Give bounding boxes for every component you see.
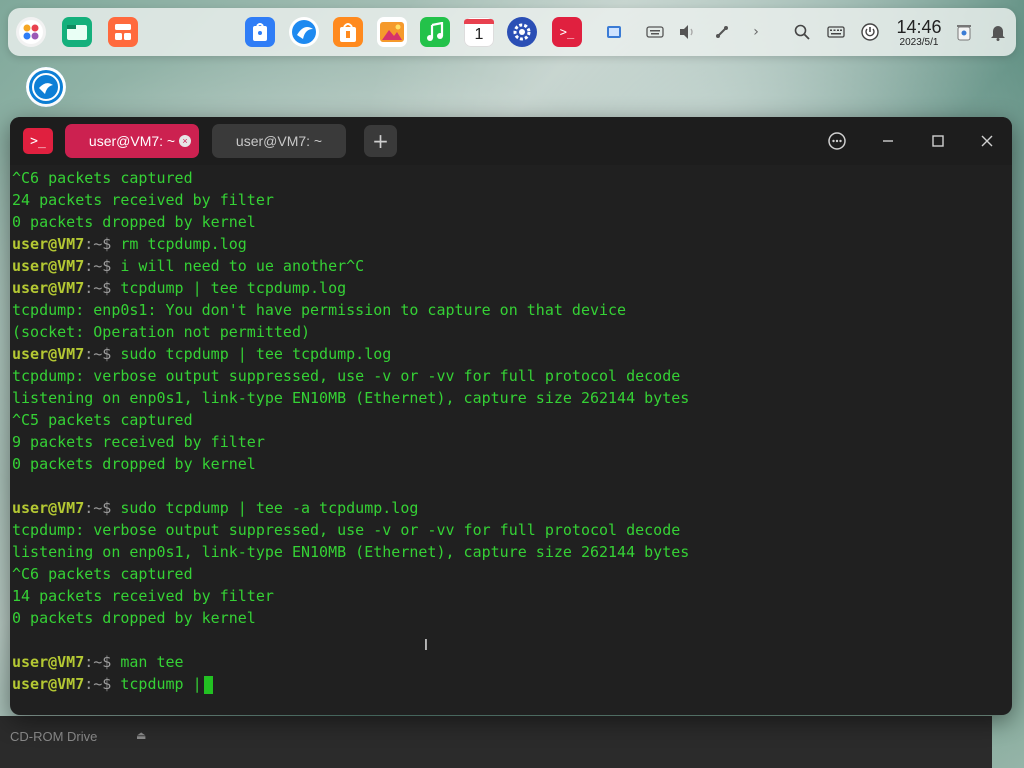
minimize-icon[interactable] — [876, 129, 900, 153]
photos-icon[interactable] — [377, 17, 407, 47]
command-text: tcpdump | — [111, 675, 202, 693]
browser-icon[interactable] — [289, 17, 319, 47]
keyboard-indicator-icon[interactable] — [645, 22, 665, 42]
terminal-output[interactable]: ^C6 packets captured 24 packets received … — [12, 167, 1002, 707]
prompt-user: user@VM7 — [12, 345, 85, 363]
tab-close-icon[interactable]: × — [179, 135, 191, 147]
terminal-output-line: listening on enp0s1, link-type EN10MB (E… — [12, 389, 690, 407]
terminal-command-line: user@VM7:~$ tcpdump | — [12, 673, 1002, 695]
terminal-command-line: user@VM7:~$ sudo tcpdump | tee -a tcpdum… — [12, 497, 1002, 519]
music-icon[interactable] — [420, 17, 450, 47]
volume-icon[interactable] — [677, 22, 697, 42]
settings-icon[interactable] — [507, 17, 537, 47]
terminal-icon[interactable]: >_ — [552, 17, 582, 47]
clock[interactable]: 14:46 2023/5/1 — [892, 17, 946, 49]
prompt-user: user@VM7 — [12, 653, 85, 671]
power-icon[interactable] — [860, 22, 880, 42]
terminal-output-line: 0 packets dropped by kernel — [12, 213, 256, 231]
close-icon[interactable] — [975, 129, 999, 153]
launcher-icon[interactable] — [16, 17, 46, 47]
prompt-path: :~$ — [84, 257, 112, 275]
search-icon[interactable] — [792, 22, 812, 42]
dock: 1 >_ › 14:46 2023/5/1 — [8, 8, 1016, 56]
terminal-output-line: 0 packets dropped by kernel — [12, 609, 256, 627]
prompt-user: user@VM7 — [12, 499, 85, 517]
terminal-output-line: ^C5 packets captured — [12, 411, 193, 429]
terminal-command-line: user@VM7:~$ tcpdump | tee tcpdump.log — [12, 277, 1002, 299]
cdrom-drive-label[interactable]: CD-ROM Drive — [10, 729, 97, 744]
clock-date: 2023/5/1 — [899, 37, 939, 48]
command-text: sudo tcpdump | tee -a tcpdump.log — [111, 499, 419, 517]
command-text: sudo tcpdump | tee tcpdump.log — [111, 345, 392, 363]
prompt-user: user@VM7 — [12, 257, 85, 275]
prompt-user: user@VM7 — [12, 279, 85, 297]
terminal-command-line: user@VM7:~$ i will need to ue another^C — [12, 255, 1002, 277]
clock-time: 14:46 — [896, 17, 942, 37]
calendar-icon[interactable]: 1 — [464, 17, 494, 47]
terminal-command-line: user@VM7:~$ man tee — [12, 651, 1002, 673]
prompt-user: user@VM7 — [12, 235, 85, 253]
menu-icon[interactable] — [825, 129, 849, 153]
tab-inactive[interactable]: user@VM7: ~ — [212, 124, 346, 158]
terminal-output-line: ^C6 packets captured — [12, 565, 193, 583]
prompt-path: :~$ — [84, 235, 112, 253]
trash-icon[interactable] — [954, 22, 974, 42]
terminal-output-line: ^C6 packets captured — [12, 169, 193, 187]
terminal-command-line: user@VM7:~$ sudo tcpdump | tee tcpdump.l… — [12, 343, 1002, 365]
prompt-user: user@VM7 — [12, 675, 85, 693]
terminal-output-line: 9 packets received by filter — [12, 433, 265, 451]
command-text: tcpdump | tee tcpdump.log — [111, 279, 347, 297]
terminal-output-line: tcpdump: verbose output suppressed, use … — [12, 521, 681, 539]
prompt-path: :~$ — [84, 279, 112, 297]
command-text: man tee — [111, 653, 184, 671]
terminal-output-line: 14 packets received by filter — [12, 587, 274, 605]
add-tab-button[interactable]: + — [364, 125, 397, 157]
multitask-view-icon[interactable] — [108, 17, 138, 47]
prompt-path: :~$ — [84, 675, 112, 693]
app-market-icon[interactable] — [333, 17, 363, 47]
file-manager-icon[interactable] — [62, 17, 92, 47]
prompt-path: :~$ — [84, 499, 112, 517]
tab-label: user@VM7: ~ — [88, 133, 176, 149]
terminal-app-icon: >_ — [23, 128, 53, 154]
onscreen-keyboard-icon[interactable] — [826, 22, 846, 42]
terminal-command-line: user@VM7:~$ rm tcpdump.log — [12, 233, 1002, 255]
eject-icon[interactable]: ⏏ — [136, 729, 146, 742]
text-cursor-ibeam-icon: I — [423, 636, 429, 654]
calendar-header — [464, 19, 494, 24]
terminal-output-line: 24 packets received by filter — [12, 191, 274, 209]
expand-tray-icon[interactable]: › — [746, 22, 766, 42]
command-text: rm tcpdump.log — [111, 235, 247, 253]
deepin-logo-icon[interactable] — [26, 67, 66, 107]
maximize-icon[interactable] — [926, 129, 950, 153]
notification-bell-icon[interactable] — [988, 22, 1008, 42]
terminal-output-line: (socket: Operation not permitted) — [12, 323, 311, 341]
title-bar[interactable]: >_ user@VM7: ~ × user@VM7: ~ + — [10, 117, 1012, 165]
prompt-path: :~$ — [84, 653, 112, 671]
prompt-path: :~$ — [84, 345, 112, 363]
app-store-icon[interactable] — [245, 17, 275, 47]
background-window — [0, 716, 992, 768]
terminal-output-line: tcpdump: verbose output suppressed, use … — [12, 367, 681, 385]
command-text: i will need to ue another^C — [111, 257, 365, 275]
screenshot-icon[interactable] — [604, 22, 624, 42]
tab-active[interactable]: user@VM7: ~ × — [65, 124, 199, 158]
calendar-day: 1 — [474, 26, 484, 43]
terminal-output-line: tcpdump: enp0s1: You don't have permissi… — [12, 301, 627, 319]
tab-label: user@VM7: ~ — [235, 133, 323, 149]
terminal-cursor — [203, 675, 213, 694]
terminal-window: >_ user@VM7: ~ × user@VM7: ~ + ^C6 packe… — [10, 117, 1012, 715]
network-icon[interactable] — [712, 22, 732, 42]
terminal-output-line: 0 packets dropped by kernel — [12, 455, 256, 473]
terminal-output-line: listening on enp0s1, link-type EN10MB (E… — [12, 543, 690, 561]
